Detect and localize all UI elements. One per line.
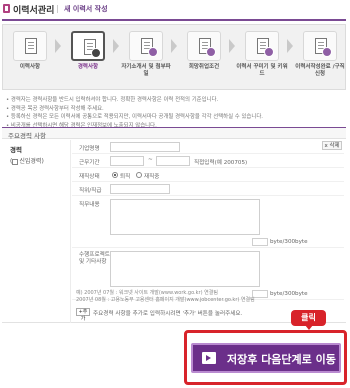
company-row: 기업명명 [72,140,344,154]
step-introduction[interactable]: 자기소개서 및 첨부파일 [121,29,171,87]
step-arrow-icon [113,39,119,53]
step-arrow-icon [171,39,177,53]
header-bullet-icon [3,4,10,13]
edit-badge-icon [91,48,101,58]
position-label: 직위/직급 [79,188,102,194]
step-career[interactable]: 경력사항 [67,29,109,87]
arrow-right-icon [202,352,216,364]
duty-textarea[interactable] [110,199,260,235]
done-badge-icon [322,47,332,57]
example-line: 2007년 08월 : 고용노동부 고용센터 홈페이지 개발(www.jobce… [76,297,255,303]
add-button[interactable]: +추가 [76,308,90,322]
step-label: 자기소개서 및 첨부파일 [121,64,171,77]
duty-byte-limit: byte/300byte [270,239,308,245]
status-row: 재직상태 퇴직 재직중 [72,168,344,182]
save-next-label: 저장후 다음단계로 이동 [227,353,336,366]
step-complete[interactable]: 이력서작성완료 /구직신청 [295,29,345,87]
step-decorate-keywords[interactable]: 이력서 꾸미기 및 키워드 [236,29,288,87]
section-title: 주요경력 사항 [8,132,46,140]
newbie-checkbox[interactable] [12,158,19,165]
step-icon-box [245,31,279,61]
achievement-label: 수행프로젝트 및 기타사항 [79,252,110,265]
notice-item: • 경력공 목공 경력사항부터 작성해 주세요. [6,105,104,112]
status-employed-label: 재직중 [144,174,160,180]
position-input[interactable] [110,184,170,194]
column-divider [70,140,71,323]
status-employed-radio[interactable] [136,172,142,178]
period-label: 근무기간 [79,160,100,166]
period-hint: 직접입력(예 200705) [194,160,248,166]
step-personal-info[interactable]: 이력사항 [9,29,51,87]
career-label: 경력 [10,146,22,154]
step-label: 이력서 꾸미기 및 키워드 [236,64,288,77]
page-header: 이력서관리 새 이력서 작성 [0,0,350,18]
section-header: 주요경력 사항 [2,127,346,140]
step-label: 이력사항 [19,64,41,70]
attach-badge-icon [148,47,158,57]
achievement-textarea[interactable] [110,251,260,287]
newbie-label: 신입경력 [19,158,42,165]
duty-row: 직무내용 byte/300byte [72,196,344,248]
step-navigator: 이력사항 경력사항 자기소개서 및 첨부파일 희망취업조건 이력서 꾸미기 및 … [2,24,346,90]
step-icon-box [187,31,221,61]
period-separator: ~ [148,157,153,163]
step-arrow-icon [55,39,61,53]
step-icon-box [71,31,105,61]
newbie-checkbox-row[interactable]: (신입경력) [10,156,70,165]
status-label: 재직상태 [79,174,100,180]
notice-list: • 경력자는 경력사항을 반드시 입력하셔야 합니다. 정확한 경력사항은 이력… [6,96,344,130]
step-icon-box [129,31,163,61]
header-divider [2,19,346,21]
duty-label: 직무내용 [79,202,100,208]
status-retired-radio[interactable] [112,172,118,178]
title-row: 직위/직급 [72,182,344,196]
step-label: 희망취업조건 [188,64,220,70]
company-input[interactable] [110,142,180,152]
page-subtitle: 새 이력서 작성 [64,5,108,13]
style-badge-icon [264,47,274,57]
notice-item: • 등록하신 경력은 모든 이력서에 공통으로 적용되지만, 이력서마다 공개될… [6,114,264,120]
step-icon-box [13,31,47,61]
save-next-button[interactable]: 저장후 다음단계로 이동 [191,343,341,373]
step-desired-conditions[interactable]: 희망취업조건 [183,29,225,87]
step-icon-box [303,31,337,61]
step-label: 경력사항 [77,64,99,70]
document-icon [25,38,37,54]
period-end-input[interactable] [156,156,190,166]
click-callout: 클릭 [291,310,326,326]
achievement-byte-limit: byte/300byte [270,291,308,297]
page-title: 이력서관리 [13,6,55,16]
add-instruction: 주요경력 사항을 추가로 입력하시려면 '추가' 버튼을 눌러주세요. [93,311,243,317]
status-retired-label: 퇴직 [120,174,131,180]
target-badge-icon [206,47,216,57]
step-arrow-icon [287,39,293,53]
step-arrow-icon [229,39,235,53]
period-start-input[interactable] [110,156,144,166]
company-label: 기업명명 [79,146,100,152]
duty-byte-count [252,238,268,246]
step-label: 이력서작성완료 /구직신청 [295,64,345,77]
save-button-highlight: 저장후 다음단계로 이동 [184,330,347,385]
notice-item: • 경력자는 경력사항을 반드시 입력하셔야 합니다. 정확한 경력사항은 이력… [6,97,219,103]
period-row: 근무기간 ~ 직접입력(예 200705) [72,154,344,168]
example-line: 예) 2007년 07월 : 워크넷 사이트 개발(www.work.go.kr… [76,290,218,296]
delete-button[interactable]: x 삭제 [322,141,342,150]
career-label-column: 경력 (신입경력) [10,144,70,165]
header-separator [57,5,58,13]
